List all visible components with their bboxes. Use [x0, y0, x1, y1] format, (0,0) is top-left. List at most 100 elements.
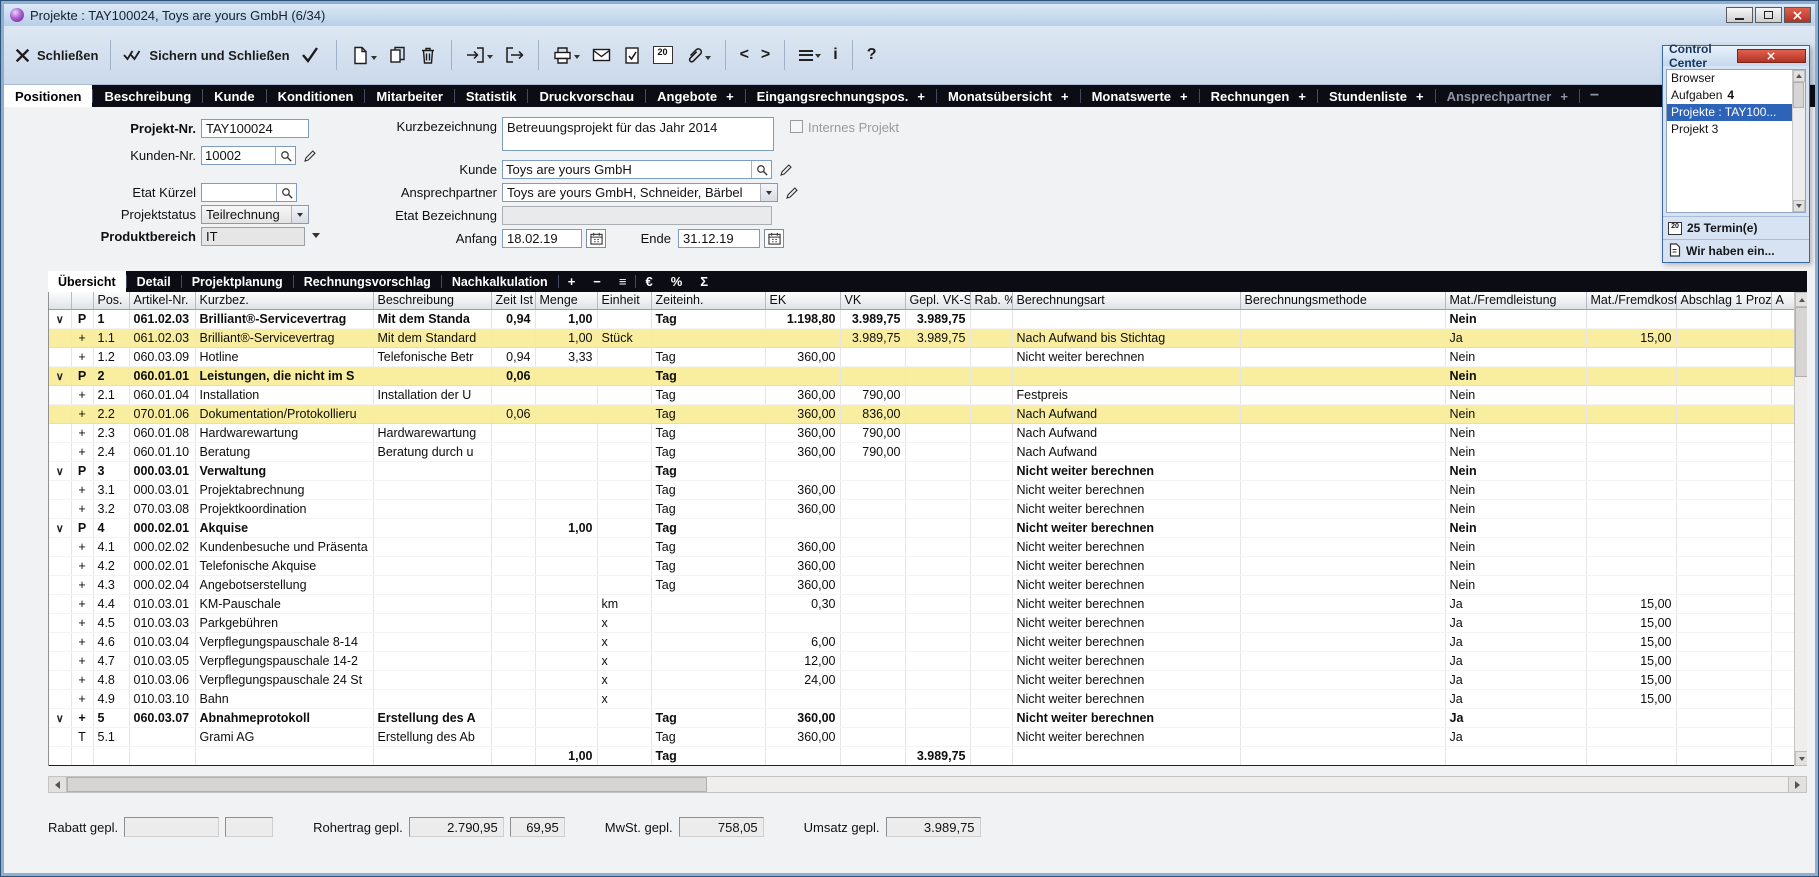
table-row[interactable]: ∨+5060.03.07AbnahmeprotokollErstellung d…: [49, 708, 1803, 727]
column-header-mat-fremdleistung[interactable]: Mat./Fremdleistung: [1445, 292, 1586, 309]
table-row[interactable]: +1.2060.03.09HotlineTelefonische Betr0,9…: [49, 347, 1803, 366]
close-window-button[interactable]: Schließen: [14, 47, 98, 64]
table-row[interactable]: +4.2000.02.01Telefonische AkquiseTag360,…: [49, 556, 1803, 575]
table-row[interactable]: +2.4060.01.10BeratungBeratung durch uTag…: [49, 442, 1803, 461]
next-record-button[interactable]: >: [759, 44, 772, 66]
table-row[interactable]: ∨P3000.03.01VerwaltungTagNicht weiter be…: [49, 461, 1803, 480]
vertical-scroll-thumb[interactable]: [1795, 307, 1807, 377]
scroll-down-button[interactable]: [1793, 200, 1805, 212]
kunden-nr-search-button[interactable]: [275, 147, 295, 164]
control-center-announcement-item[interactable]: Wir haben ein...: [1663, 239, 1809, 262]
control-center-item-projekt-3[interactable]: Projekt 3: [1667, 121, 1805, 138]
produktbereich-value[interactable]: IT: [201, 227, 305, 246]
column-header-zeiteinh[interactable]: Zeiteinh.: [651, 292, 765, 309]
expand-icon[interactable]: ∨: [56, 371, 64, 383]
subtab-rechnungsvorschlag[interactable]: Rechnungsvorschlag: [294, 271, 441, 292]
tab-eingangsrechnungspos[interactable]: Eingangsrechnungspos.+: [746, 85, 936, 107]
control-center-titlebar[interactable]: Control Center: [1663, 46, 1809, 66]
subtab-projektplanung[interactable]: Projektplanung: [182, 271, 293, 292]
column-header-berechnungsmethode[interactable]: Berechnungsmethode: [1240, 292, 1445, 309]
table-row[interactable]: +4.1000.02.02Kundenbesuche und PräsentaT…: [49, 537, 1803, 556]
anfang-input[interactable]: [502, 229, 582, 248]
vertical-scrollbar[interactable]: [1794, 292, 1807, 766]
kunde-edit-button[interactable]: [777, 161, 795, 179]
anfang-calendar-button[interactable]: [586, 229, 606, 248]
table-row[interactable]: +3.2070.03.08ProjektkoordinationTag360,0…: [49, 499, 1803, 518]
table-row[interactable]: ∨P2060.01.01Leistungen, die nicht im S0,…: [49, 366, 1803, 385]
column-header-gepl-vk-summe[interactable]: Gepl. VK-Summe: [905, 292, 970, 309]
table-row[interactable]: +4.3000.02.04AngebotserstellungTag360,00…: [49, 575, 1803, 594]
add-position-button[interactable]: +: [559, 271, 585, 292]
tab-beschreibung[interactable]: Beschreibung: [93, 85, 202, 107]
column-header-0[interactable]: [49, 292, 71, 309]
expand-icon[interactable]: ∨: [56, 314, 64, 326]
tab-statistik[interactable]: Statistik: [455, 85, 528, 107]
scroll-up-button[interactable]: [1793, 70, 1805, 82]
scroll-up-button[interactable]: [1795, 292, 1807, 307]
column-header-einheit[interactable]: Einheit: [597, 292, 651, 309]
import-button[interactable]: [464, 44, 495, 66]
minimize-button[interactable]: [1726, 7, 1753, 23]
ende-calendar-button[interactable]: [764, 229, 784, 248]
table-row[interactable]: ∨P1061.02.03Brilliant®-ServicevertragMit…: [49, 309, 1803, 328]
control-center-scrollbar[interactable]: [1792, 70, 1805, 212]
column-header-artikel-nr[interactable]: Artikel-Nr.: [129, 292, 195, 309]
control-center-item-projekte-tay100[interactable]: Projekte : TAY100...: [1667, 104, 1805, 121]
subtab-detail[interactable]: Detail: [127, 271, 181, 292]
table-row[interactable]: +2.3060.01.08HardwarewartungHardwarewart…: [49, 423, 1803, 442]
new-document-button[interactable]: [349, 44, 379, 67]
scroll-track[interactable]: [707, 777, 1788, 792]
close-button[interactable]: [1784, 7, 1811, 23]
delete-button[interactable]: [417, 44, 439, 67]
percent-button[interactable]: %: [662, 271, 692, 292]
table-row[interactable]: +4.6010.03.04Verpflegungspauschale 8-14x…: [49, 632, 1803, 651]
horizontal-scroll-thumb[interactable]: [67, 777, 707, 792]
tab-rechnungen[interactable]: Rechnungen+: [1200, 85, 1317, 107]
column-header-ek[interactable]: EK: [765, 292, 840, 309]
copy-button[interactable]: [387, 44, 409, 67]
attachment-button[interactable]: [683, 44, 713, 67]
expand-icon[interactable]: ∨: [56, 713, 64, 725]
table-row[interactable]: +4.4010.03.01KM-Pauschalekm0,30Nicht wei…: [49, 594, 1803, 613]
tab-plus-icon[interactable]: +: [1180, 89, 1188, 104]
expand-icon[interactable]: ∨: [56, 523, 64, 535]
task-list-button[interactable]: [621, 44, 643, 67]
subtab-übersicht[interactable]: Übersicht: [48, 271, 126, 292]
calendar-button[interactable]: 20: [651, 44, 675, 66]
scroll-right-button[interactable]: [1788, 777, 1806, 792]
export-button[interactable]: [503, 44, 526, 66]
currency-button[interactable]: €: [636, 271, 661, 292]
tab-monatsübersicht[interactable]: Monatsübersicht+: [937, 85, 1080, 107]
column-header-vk[interactable]: VK: [840, 292, 905, 309]
internes-projekt-checkbox[interactable]: [790, 120, 803, 133]
etat-kuerzel-search-button[interactable]: [276, 184, 296, 201]
maximize-button[interactable]: [1755, 7, 1782, 23]
table-row[interactable]: +4.9010.03.10BahnxNicht weiter berechnen…: [49, 689, 1803, 708]
tab-positionen[interactable]: Positionen: [4, 85, 92, 107]
horizontal-scrollbar[interactable]: [48, 776, 1807, 793]
subtab-nachkalkulation[interactable]: Nachkalkulation: [442, 271, 558, 292]
tab-konditionen[interactable]: Konditionen: [267, 85, 365, 107]
ansprechpartner-select[interactable]: Toys are yours GmbH, Schneider, Bärbel: [502, 183, 778, 202]
scroll-left-button[interactable]: [49, 777, 67, 792]
kurzbezeichnung-input[interactable]: Betreuungsprojekt für das Jahr 2014: [502, 117, 774, 151]
column-header-rab[interactable]: Rab. %: [970, 292, 1012, 309]
column-header-zeit-ist[interactable]: Zeit Ist: [491, 292, 535, 309]
projekt-nr-input[interactable]: [201, 119, 309, 138]
tab-ansprechpartner[interactable]: Ansprechpartner+: [1436, 85, 1579, 107]
tab-stundenliste[interactable]: Stundenliste+: [1318, 85, 1435, 107]
print-button[interactable]: [551, 44, 582, 66]
scroll-down-button[interactable]: [1795, 751, 1807, 766]
tab-plus-icon[interactable]: +: [1298, 89, 1306, 104]
control-center-termine-item[interactable]: 20 25 Termin(e): [1663, 216, 1809, 239]
column-header-menge[interactable]: Menge: [535, 292, 597, 309]
menu-button[interactable]: [797, 45, 823, 65]
remove-position-button[interactable]: −: [584, 271, 610, 292]
kunden-nr-edit-button[interactable]: [301, 147, 319, 165]
tab-monatswerte[interactable]: Monatswerte+: [1081, 85, 1199, 107]
ende-input[interactable]: [678, 229, 760, 248]
kunden-nr-input[interactable]: [202, 147, 275, 164]
tab-plus-icon[interactable]: +: [917, 89, 925, 104]
column-header-pos[interactable]: Pos.: [93, 292, 129, 309]
control-center-item-aufgaben[interactable]: Aufgaben4: [1667, 87, 1805, 104]
